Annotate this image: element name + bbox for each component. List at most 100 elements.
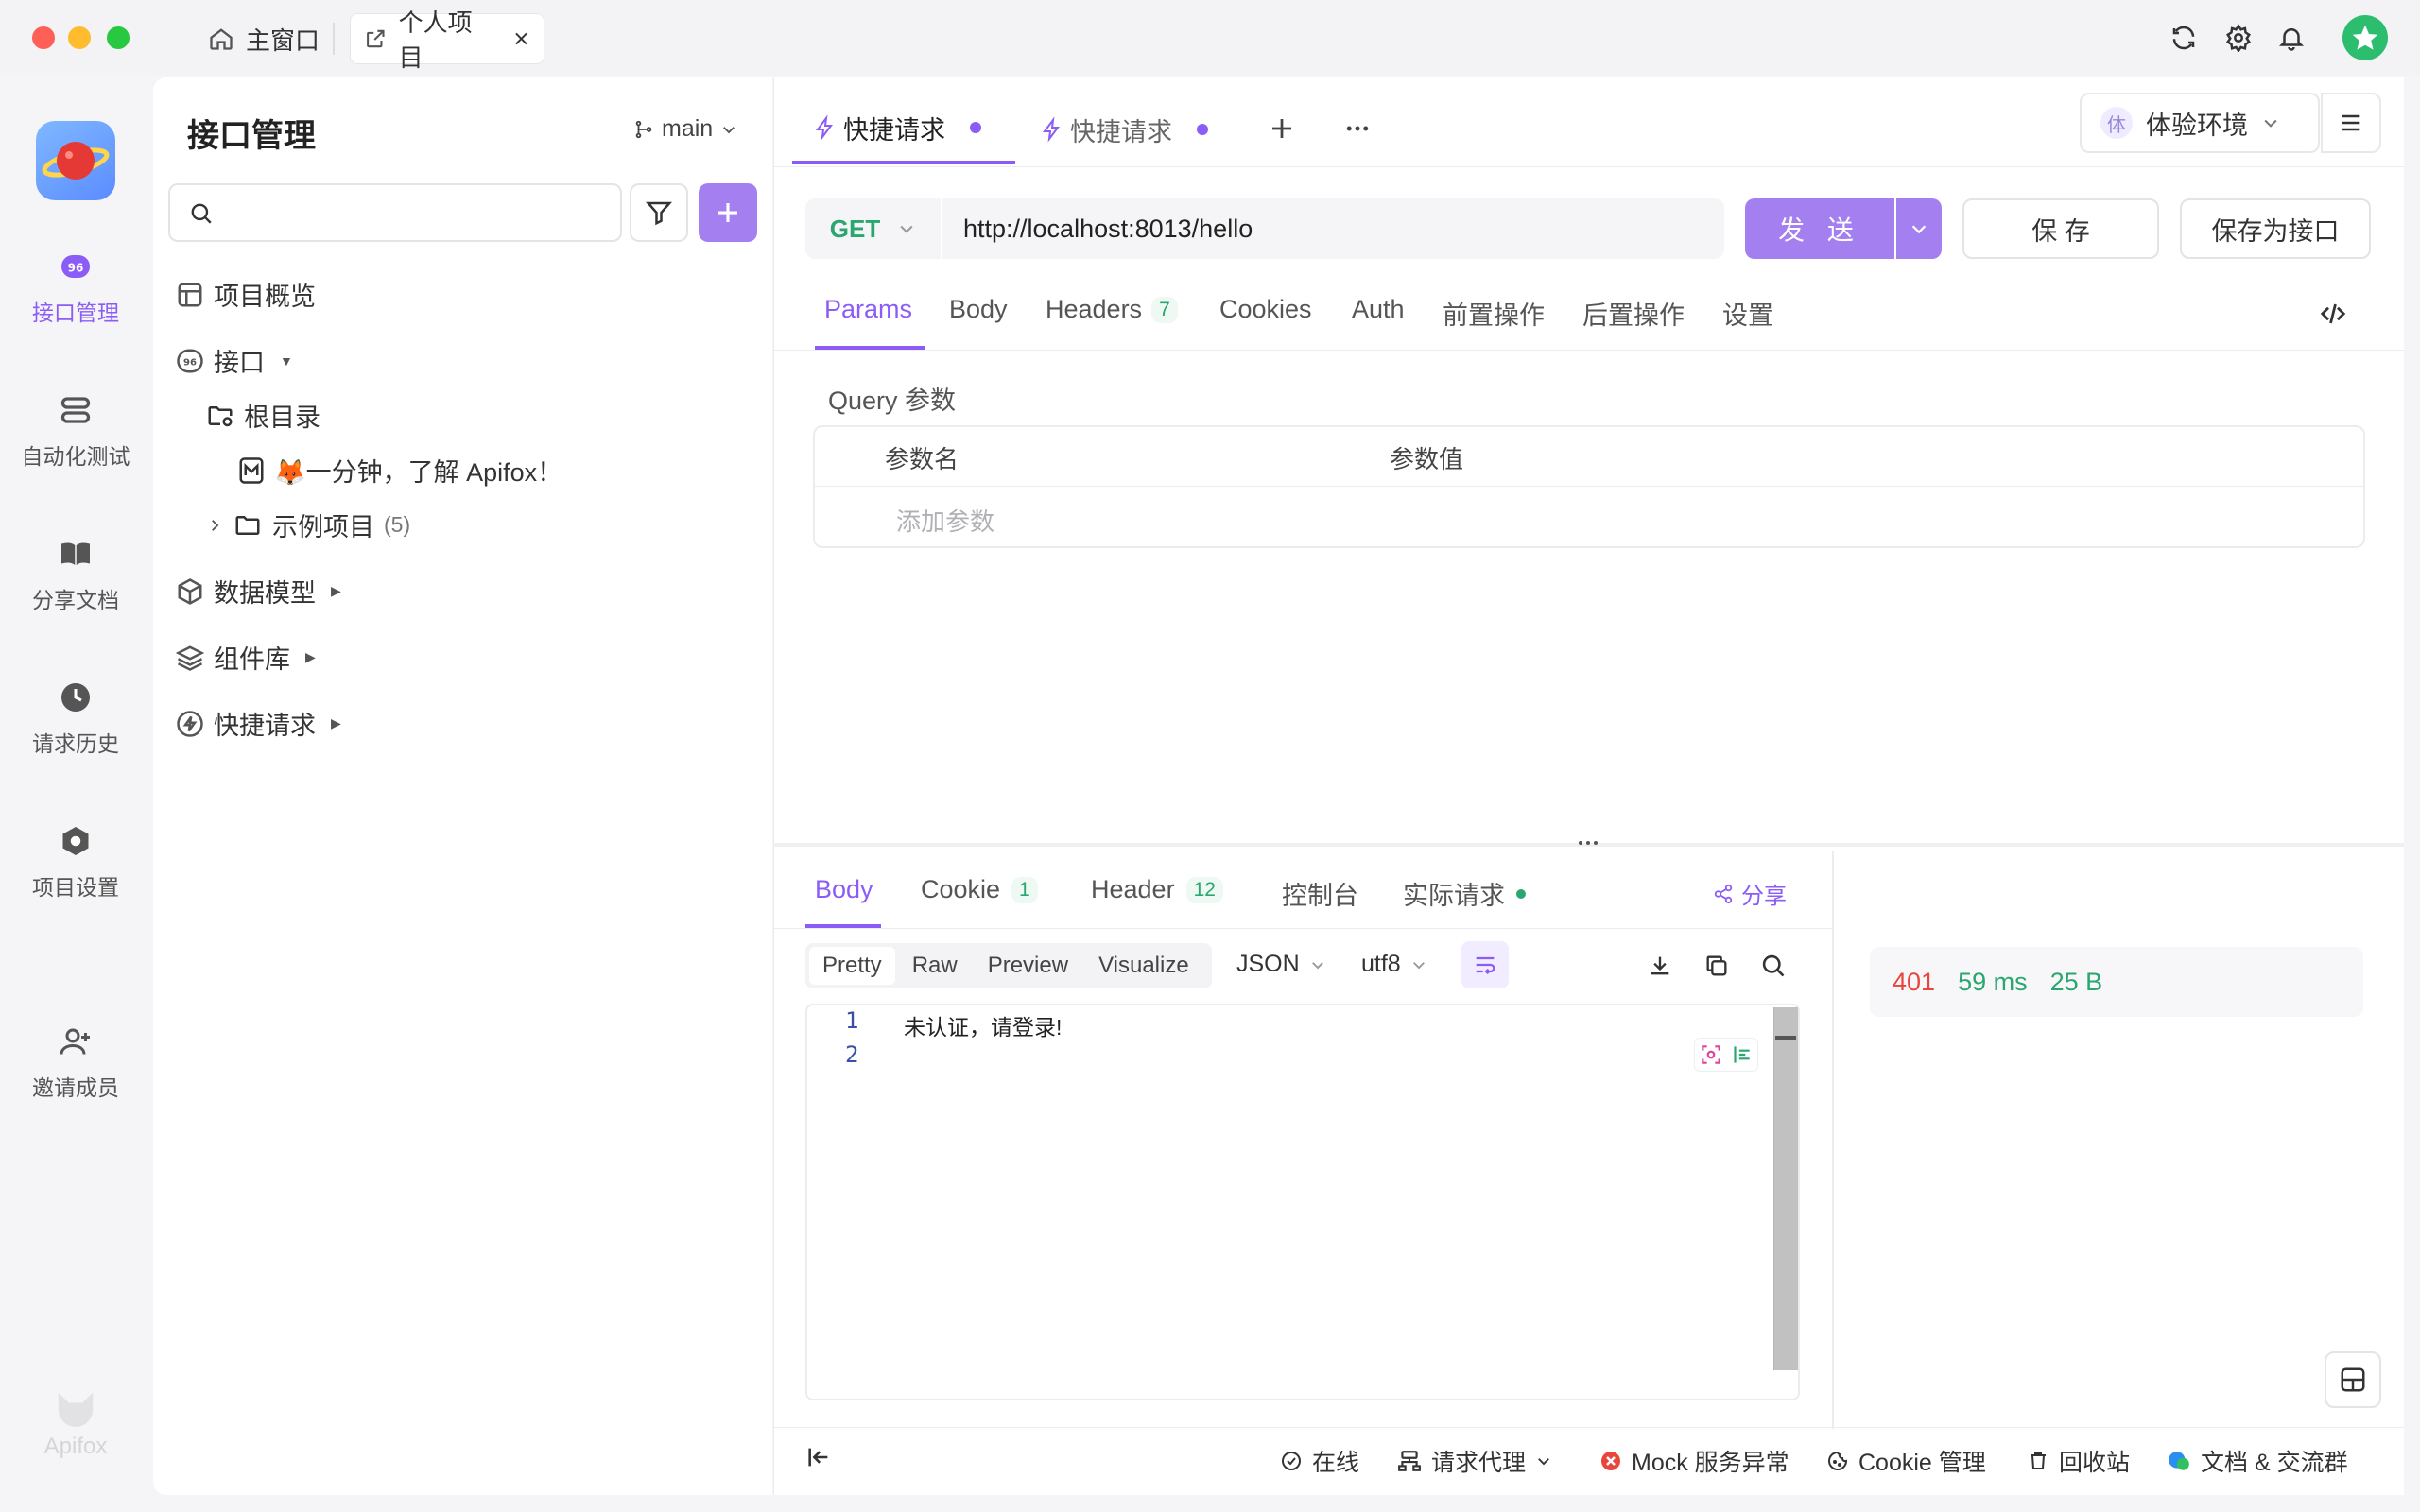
docs-community-link[interactable]: 文档 & 交流群 bbox=[2167, 1444, 2348, 1478]
mock-service-status[interactable]: Mock 服务异常 bbox=[1599, 1444, 1789, 1478]
add-button[interactable] bbox=[699, 183, 757, 242]
tree-item-components[interactable]: 组件库 ▶ bbox=[176, 639, 316, 676]
tab-auth[interactable]: Auth bbox=[1352, 295, 1405, 324]
tab-params[interactable]: Params bbox=[824, 295, 912, 324]
tab-body[interactable]: Body bbox=[949, 295, 1008, 324]
rail-item-api-management[interactable]: 96 接口管理 bbox=[0, 248, 151, 327]
status-dot bbox=[1516, 888, 1526, 899]
minimize-window-button[interactable] bbox=[68, 26, 91, 49]
branch-label: main bbox=[662, 115, 714, 142]
check-circle-icon bbox=[1282, 1452, 1301, 1470]
send-button[interactable]: 发 送 bbox=[1745, 198, 1894, 259]
caret-down-icon: ▼ bbox=[280, 352, 293, 369]
maximize-window-button[interactable] bbox=[107, 26, 130, 49]
tab-settings[interactable]: 设置 bbox=[1722, 295, 1773, 332]
word-wrap-toggle[interactable] bbox=[1461, 941, 1509, 988]
filter-button[interactable] bbox=[630, 183, 688, 242]
response-tab-cookie[interactable]: Cookie 1 bbox=[921, 875, 1038, 904]
response-tab-actual-request[interactable]: 实际请求 bbox=[1403, 875, 1526, 912]
request-proxy-menu[interactable]: 请求代理 bbox=[1397, 1444, 1552, 1478]
close-icon[interactable] bbox=[512, 29, 530, 48]
refresh-icon[interactable] bbox=[2167, 21, 2201, 55]
scrollbar-thumb[interactable] bbox=[1775, 1036, 1796, 1040]
rail-item-automation[interactable]: 自动化测试 bbox=[0, 391, 151, 471]
tree-item-root-folder[interactable]: 根目录 bbox=[206, 397, 320, 434]
url-input[interactable]: http://localhost:8013/hello bbox=[942, 215, 1253, 244]
branch-selector[interactable]: main bbox=[633, 115, 737, 143]
params-divider bbox=[773, 350, 2404, 351]
format-raw[interactable]: Raw bbox=[899, 947, 971, 985]
response-body-editor[interactable]: 1 未认证，请登录! 2 bbox=[805, 1004, 1800, 1400]
focus-icon[interactable] bbox=[1699, 1042, 1723, 1067]
format-visualize[interactable]: Visualize bbox=[1085, 947, 1202, 985]
send-options-button[interactable] bbox=[1896, 198, 1942, 259]
tree-item-quick-requests[interactable]: 快捷请求 ▶ bbox=[176, 705, 341, 742]
footer-label: 在线 bbox=[1312, 1450, 1360, 1476]
tab-cookies[interactable]: Cookies bbox=[1219, 295, 1312, 324]
rail-item-share-docs[interactable]: 分享文档 bbox=[0, 535, 151, 614]
trash-button[interactable]: 回收站 bbox=[2027, 1444, 2130, 1478]
format-type-select[interactable]: JSON bbox=[1236, 951, 1326, 978]
tree-item-sample-project[interactable]: 示例项目 (5) bbox=[206, 507, 410, 543]
code-gen-button[interactable] bbox=[2316, 297, 2350, 331]
environment-selector[interactable]: 体 体验环境 bbox=[2080, 93, 2320, 153]
tab-headers[interactable]: Headers 7 bbox=[1046, 295, 1178, 324]
scrollbar[interactable] bbox=[1773, 1007, 1798, 1370]
menu-button[interactable] bbox=[2321, 93, 2381, 153]
tab-label: 设置 bbox=[1722, 301, 1773, 330]
search-input[interactable] bbox=[168, 183, 622, 242]
online-status[interactable]: 在线 bbox=[1280, 1444, 1359, 1478]
tab-quick-request-2[interactable]: 快捷请求 bbox=[1019, 94, 1229, 164]
error-circle-icon bbox=[1601, 1452, 1620, 1470]
resize-grip-icon[interactable] bbox=[1571, 832, 1605, 854]
chevron-right-icon[interactable] bbox=[206, 517, 223, 534]
method-select[interactable]: GET bbox=[805, 198, 942, 259]
response-tab-console[interactable]: 控制台 bbox=[1282, 875, 1358, 912]
chevron-down-icon bbox=[1412, 961, 1425, 969]
download-button[interactable] bbox=[1643, 949, 1677, 983]
search-response-button[interactable] bbox=[1756, 949, 1790, 983]
format-type-label: JSON bbox=[1236, 951, 1300, 977]
method-label: GET bbox=[829, 214, 881, 243]
rail-item-invite-members[interactable]: 邀请成员 bbox=[0, 1022, 151, 1102]
chevron-down-icon bbox=[1538, 1458, 1549, 1466]
layout-toggle-button[interactable] bbox=[2325, 1351, 2381, 1408]
rail-item-history[interactable]: 请求历史 bbox=[0, 679, 151, 758]
lightning-icon bbox=[816, 114, 833, 141]
rail-item-label: 项目设置 bbox=[32, 875, 119, 900]
save-as-api-button[interactable]: 保存为接口 bbox=[2180, 198, 2371, 259]
format-align-icon[interactable] bbox=[1729, 1042, 1754, 1067]
close-window-button[interactable] bbox=[32, 26, 55, 49]
tree-item-api[interactable]: 96 接口 ▼ bbox=[176, 342, 293, 379]
tree-item-overview[interactable]: 项目概览 bbox=[176, 276, 316, 313]
format-preview[interactable]: Preview bbox=[975, 947, 1081, 985]
cookie-manager[interactable]: Cookie 管理 bbox=[1826, 1444, 1986, 1478]
encoding-select[interactable]: utf8 bbox=[1361, 951, 1427, 978]
bell-icon[interactable] bbox=[2274, 21, 2308, 55]
save-button[interactable]: 保 存 bbox=[1962, 198, 2159, 259]
share-button[interactable]: 分享 bbox=[1713, 877, 1787, 910]
project-logo[interactable] bbox=[36, 121, 115, 200]
avatar[interactable] bbox=[2342, 15, 2388, 60]
tree-item-data-models[interactable]: 数据模型 ▶ bbox=[176, 573, 341, 610]
gear-icon[interactable] bbox=[2221, 21, 2256, 55]
tab-quick-request-1[interactable]: 快捷请求 bbox=[792, 94, 1015, 164]
lightning-icon bbox=[1043, 116, 1060, 143]
response-tab-header[interactable]: Header 12 bbox=[1091, 875, 1223, 904]
new-tab-button[interactable] bbox=[1265, 112, 1299, 146]
home-icon bbox=[210, 28, 233, 50]
response-tab-body[interactable]: Body bbox=[815, 875, 873, 904]
caret-right-icon: ▶ bbox=[331, 583, 341, 598]
rail-item-project-settings[interactable]: 项目设置 bbox=[0, 822, 151, 902]
tree-item-intro-doc[interactable]: 🦊一分钟，了解 Apifox！ bbox=[238, 452, 562, 489]
more-tabs-button[interactable] bbox=[1340, 112, 1374, 146]
tab-pre-ops[interactable]: 前置操作 bbox=[1443, 295, 1545, 332]
window-tab-project[interactable]: 个人项目 bbox=[350, 9, 544, 72]
copy-button[interactable] bbox=[1700, 949, 1734, 983]
tab-post-ops[interactable]: 后置操作 bbox=[1582, 295, 1685, 332]
window-tab-home[interactable]: 主窗口 bbox=[197, 13, 331, 64]
collapse-sidebar-button[interactable] bbox=[805, 1444, 832, 1470]
add-param-input[interactable]: 添加参数 bbox=[896, 503, 994, 538]
query-params-table: 参数名 参数值 添加参数 bbox=[813, 425, 2365, 548]
format-pretty[interactable]: Pretty bbox=[809, 947, 895, 985]
